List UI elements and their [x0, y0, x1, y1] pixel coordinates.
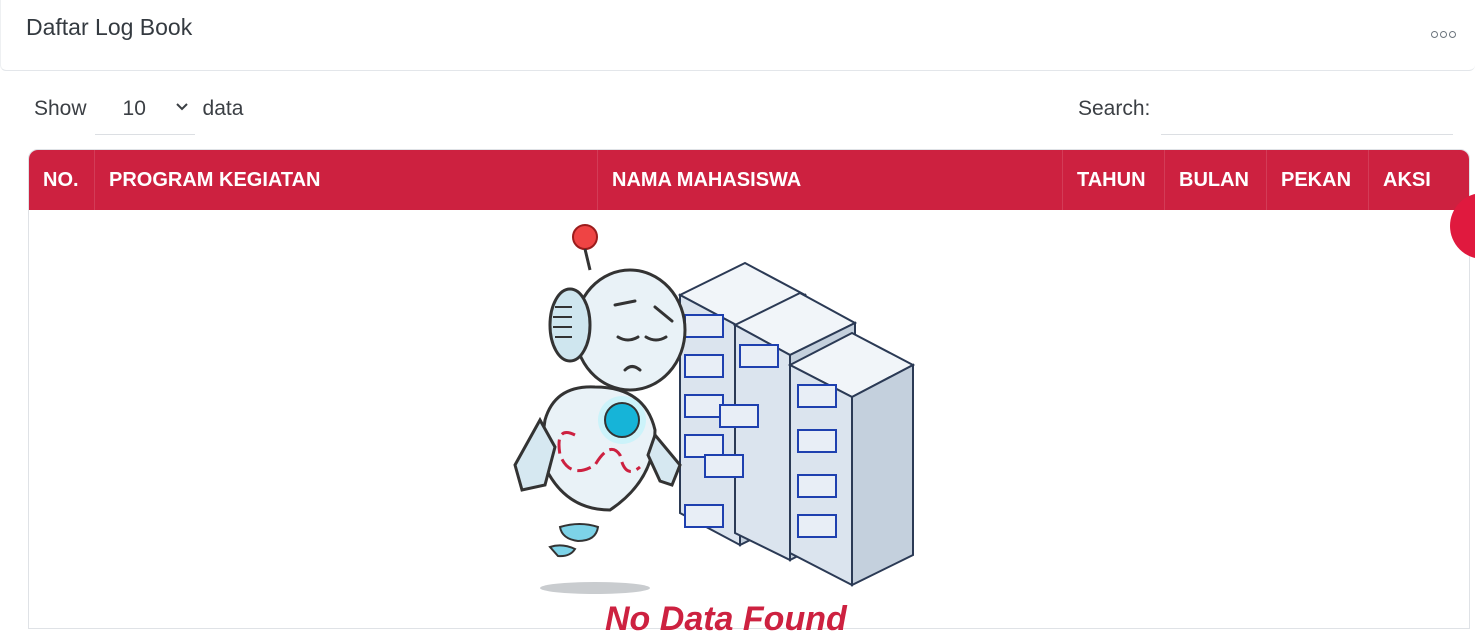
search-label-wrap: Search: [1078, 93, 1150, 125]
chevron-down-icon [175, 103, 188, 111]
search-label: Search: [1078, 97, 1151, 120]
length-prefix-label: Show [34, 97, 87, 120]
card-header: Daftar Log Book [0, 0, 1475, 71]
search-input[interactable] [1161, 95, 1453, 135]
length-menu: Show 10 data [34, 93, 243, 135]
column-header-tahun[interactable]: TAHUN [1063, 150, 1165, 210]
length-select-value: 10 [122, 97, 146, 120]
more-options-button[interactable] [1431, 26, 1459, 42]
column-header-nama-mahasiswa[interactable]: NAMA MAHASISWA [598, 150, 1063, 210]
column-header-aksi[interactable]: AKSI [1369, 150, 1469, 210]
column-header-bulan[interactable]: BULAN [1165, 150, 1267, 210]
column-header-program-kegiatan[interactable]: PROGRAM KEGIATAN [95, 150, 598, 210]
more-dot-icon [1431, 30, 1438, 38]
robot-server-illustration [513, 224, 916, 594]
table-header: NO. PROGRAM KEGIATAN NAMA MAHASISWA TAHU… [29, 150, 1469, 210]
length-select[interactable]: 10 [94, 93, 195, 135]
column-header-pekan[interactable]: PEKAN [1267, 150, 1369, 210]
column-header-no[interactable]: NO. [29, 150, 95, 210]
more-dot-icon [1449, 30, 1456, 38]
more-dot-icon [1440, 30, 1447, 38]
length-suffix-label: data [202, 97, 244, 120]
card-title: Daftar Log Book [26, 14, 193, 40]
empty-state-text: No Data Found [605, 600, 847, 638]
